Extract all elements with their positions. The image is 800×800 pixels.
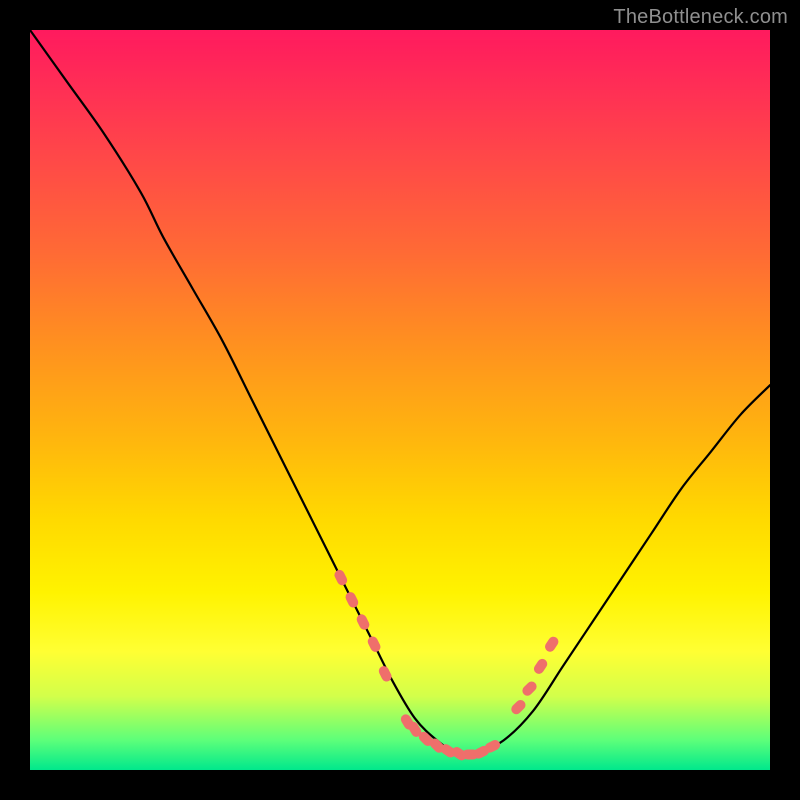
data-marker (344, 590, 360, 609)
chart-frame: TheBottleneck.com (0, 0, 800, 800)
watermark-label: TheBottleneck.com (613, 6, 788, 29)
bottleneck-curve (30, 30, 770, 757)
plot-area (30, 30, 770, 770)
data-marker (366, 635, 382, 654)
chart-svg (30, 30, 770, 770)
data-marker (543, 635, 560, 654)
data-marker (520, 679, 538, 697)
data-marker (509, 698, 527, 716)
data-marker (333, 568, 349, 587)
data-marker (532, 657, 549, 676)
data-markers (333, 568, 561, 762)
data-marker (377, 664, 393, 683)
data-marker (355, 613, 371, 632)
